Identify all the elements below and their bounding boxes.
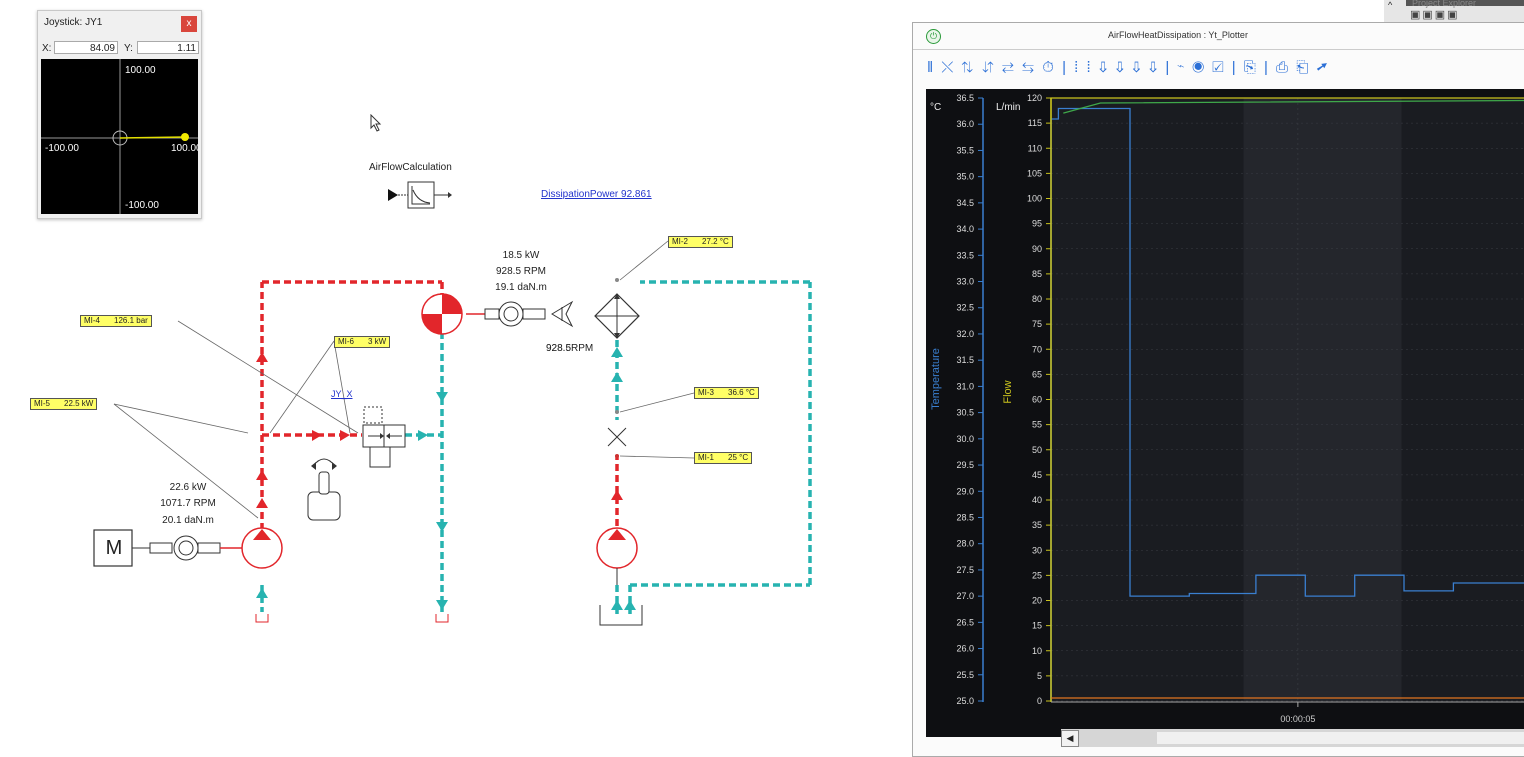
flow-tick-label: 50 <box>1032 445 1042 455</box>
temp-tick-label: 33.0 <box>956 277 974 287</box>
flow-tick-label: 55 <box>1032 420 1042 430</box>
plotter-chart: 36.5 36.0 35.5 35.0 34.5 34.0 33.5 33.0 32.5 32.0… <box>930 93 1524 724</box>
temp-tick-label: 28.0 <box>956 539 974 549</box>
temp-tick-label: 25.0 <box>956 696 974 706</box>
joystick-link[interactable]: JY_X <box>331 389 353 399</box>
flow-tick-label: 40 <box>1032 495 1042 505</box>
temp-unit-label: °C <box>930 102 941 113</box>
flow-tick-label: 0 <box>1037 696 1042 706</box>
flow-tick-label: 25 <box>1032 570 1042 580</box>
time-tick-label: 00:00:05 <box>1280 714 1315 724</box>
plotter-window[interactable]: ⏻ AirFlowHeatDissipation : Yt_Plotter ‖ … <box>912 22 1524 757</box>
plot-area[interactable]: 36.5 36.0 35.5 35.0 34.5 34.0 33.5 33.0 32.5 32.0… <box>926 89 1524 737</box>
main-motor-speed: 1071.7 RPM <box>160 498 216 509</box>
temp-tick-label: 32.5 <box>956 303 974 313</box>
temp-tick-label: 29.0 <box>956 486 974 496</box>
temp-tick-label: 35.0 <box>956 172 974 182</box>
temp-tick-label: 29.5 <box>956 460 974 470</box>
temp-tick-label: 25.5 <box>956 670 974 680</box>
flow-tick-label: 65 <box>1032 369 1042 379</box>
flow-tick-label: 60 <box>1032 395 1042 405</box>
fan-speed-overlay: 928.6 <box>546 343 572 354</box>
hydraulic-schematic <box>93 181 812 626</box>
collapse-icon[interactable]: ^ <box>1388 0 1392 10</box>
measure-mi-1[interactable]: MI-1 25 °C <box>694 452 753 464</box>
temp-tick-label: 36.0 <box>956 119 974 129</box>
flow-tick-label: 105 <box>1027 168 1042 178</box>
fan-motor-speed: 928.5 RPM <box>495 266 547 277</box>
scroll-thumb[interactable] <box>1157 732 1524 744</box>
flow-tick-label: 100 <box>1027 194 1042 204</box>
temp-tick-label: 28.5 <box>956 512 974 522</box>
temp-tick-label: 26.0 <box>956 644 974 654</box>
plotter-title: AirFlowHeatDissipation : Yt_Plotter <box>1108 30 1248 40</box>
flow-tick-label: 20 <box>1032 596 1042 606</box>
measure-mi-5[interactable]: MI-5 22.5 kW <box>30 398 98 410</box>
flow-tick-label: 85 <box>1032 269 1042 279</box>
flow-tick-label: 5 <box>1037 671 1042 681</box>
flow-tick-label: 115 <box>1028 118 1042 128</box>
flow-tick-label: 95 <box>1032 219 1042 229</box>
flow-axis-label: Flow <box>1002 380 1014 403</box>
flow-tick-label: 75 <box>1032 319 1042 329</box>
flow-tick-label: 80 <box>1032 294 1042 304</box>
temp-tick-label: 31.5 <box>956 355 974 365</box>
flow-unit-label: L/min <box>996 102 1020 113</box>
flow-tick-label: 15 <box>1032 621 1042 631</box>
explorer-toolbar-icons[interactable]: ▣▣▣▣ <box>1410 8 1460 21</box>
temp-tick-label: 30.0 <box>956 434 974 444</box>
temp-tick-label: 34.0 <box>956 224 974 234</box>
fan-motor-power: 18.5 kW <box>502 250 540 261</box>
measure-mi-4[interactable]: MI-4 126.1 bar <box>80 315 152 327</box>
fan-motor-torque: 19.1 daN.m <box>495 282 547 293</box>
flow-tick-label: 35 <box>1032 520 1042 530</box>
time-scrollbar[interactable]: ◀ <box>1061 729 1524 747</box>
temp-tick-label: 34.5 <box>956 198 974 208</box>
main-motor-torque: 20.1 daN.m <box>162 515 214 526</box>
temp-tick-label: 33.5 <box>956 250 974 260</box>
temp-tick-label: 27.5 <box>956 565 974 575</box>
flow-tick-label: 70 <box>1032 344 1042 354</box>
flow-tick-label: 120 <box>1027 93 1042 103</box>
dissipation-power-link[interactable]: DissipationPower 92.861 <box>541 189 652 200</box>
project-explorer-panel[interactable]: ^ Project Explorer ▣▣▣▣ <box>1384 0 1524 22</box>
temp-tick-label: 27.0 <box>956 591 974 601</box>
flow-tick-label: 45 <box>1032 470 1042 480</box>
plotter-toolbar[interactable]: ‖ ⤬ ⇅ ⇵ ⇄ ⇆ ⏱ | ⁞ ⁞ ⇩ ⇩ ⇩ ⇩ | ⌁ ◉ ☑ | ⎘ … <box>927 59 1330 81</box>
measure-mi-2[interactable]: MI-2 27.2 °C <box>668 236 733 248</box>
flow-tick-label: 10 <box>1032 646 1042 656</box>
temp-tick-label: 26.5 <box>956 617 974 627</box>
temp-tick-label: 31.0 <box>956 381 974 391</box>
measure-mi-3[interactable]: MI-3 36.6 °C <box>694 387 759 399</box>
temp-tick-label: 36.5 <box>956 93 974 103</box>
motor-symbol: M <box>105 537 123 559</box>
temp-tick-label: 35.5 <box>956 145 974 155</box>
flow-tick-label: 90 <box>1032 244 1042 254</box>
measure-mi-6[interactable]: MI-6 3 kW <box>334 336 391 348</box>
project-explorer-title: Project Explorer <box>1412 0 1477 8</box>
flow-tick-label: 110 <box>1028 143 1042 153</box>
temperature-axis-label: Temperature <box>930 348 942 410</box>
scroll-left-button[interactable]: ◀ <box>1061 730 1079 747</box>
main-motor-power: 22.6 kW <box>169 482 207 493</box>
airflow-block-label: AirFlowCalculation <box>369 162 452 173</box>
temp-tick-label: 32.0 <box>956 329 974 339</box>
flow-tick-label: 30 <box>1032 545 1042 555</box>
temp-tick-label: 30.5 <box>956 408 974 418</box>
